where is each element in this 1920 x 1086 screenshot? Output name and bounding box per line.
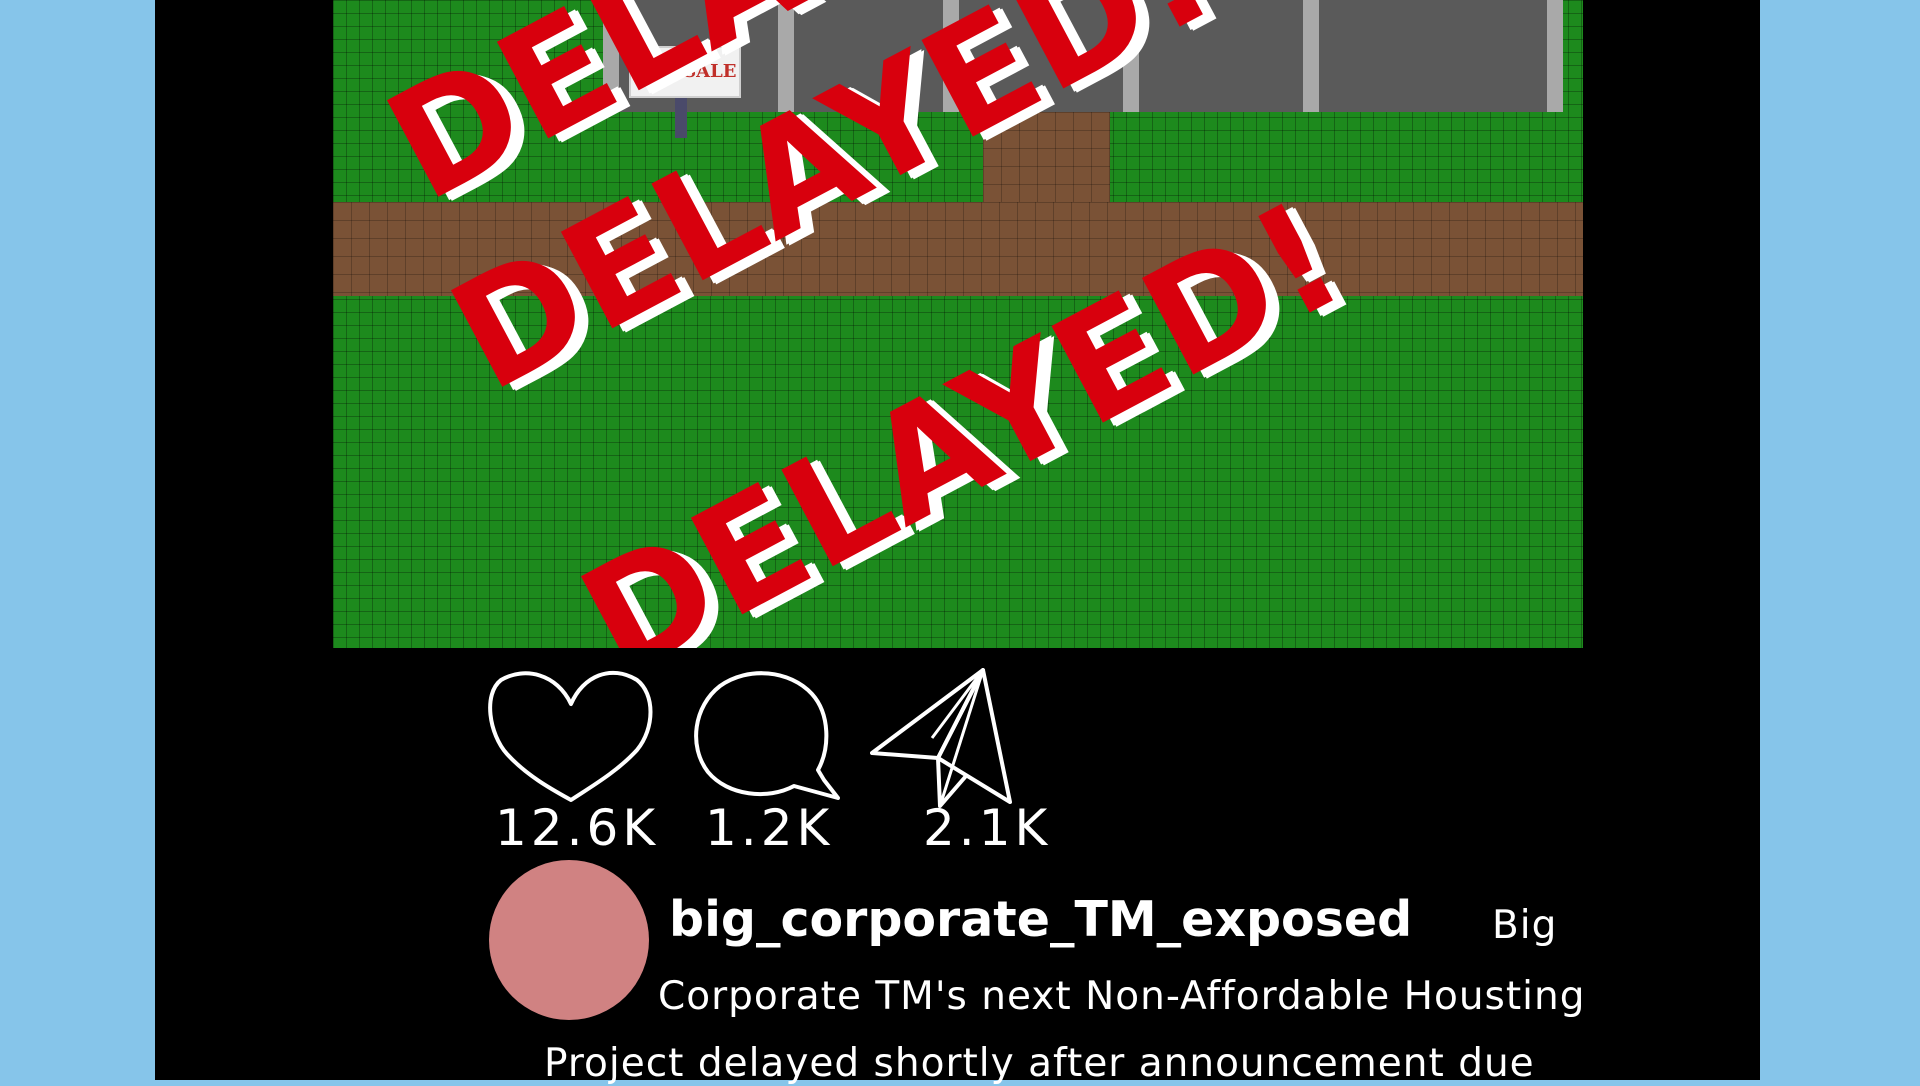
heart-outline-icon[interactable] <box>487 668 657 807</box>
like-count: 12.6K <box>495 799 660 857</box>
avatar[interactable] <box>489 860 649 1020</box>
caption-line: Corporate TM's next Non-Affordable Houst… <box>658 974 1586 1019</box>
comment-count: 1.2K <box>705 799 834 857</box>
house-post <box>1303 0 1319 112</box>
post-image[interactable]: FOR SALE DELAYED! DELAYED! DELAYED! <box>333 0 1583 648</box>
share-count: 2.1K <box>923 799 1052 857</box>
caption-line: Big <box>1492 903 1558 948</box>
username[interactable]: big_corporate_TM_exposed <box>669 895 1412 944</box>
house-post <box>1547 0 1563 112</box>
caption-line: Project delayed shortly after announceme… <box>544 1041 1535 1086</box>
speech-bubble-icon[interactable] <box>690 668 840 807</box>
paper-plane-icon[interactable] <box>870 668 1020 817</box>
phone-frame: FOR SALE DELAYED! DELAYED! DELAYED! 12.6… <box>155 0 1760 1086</box>
